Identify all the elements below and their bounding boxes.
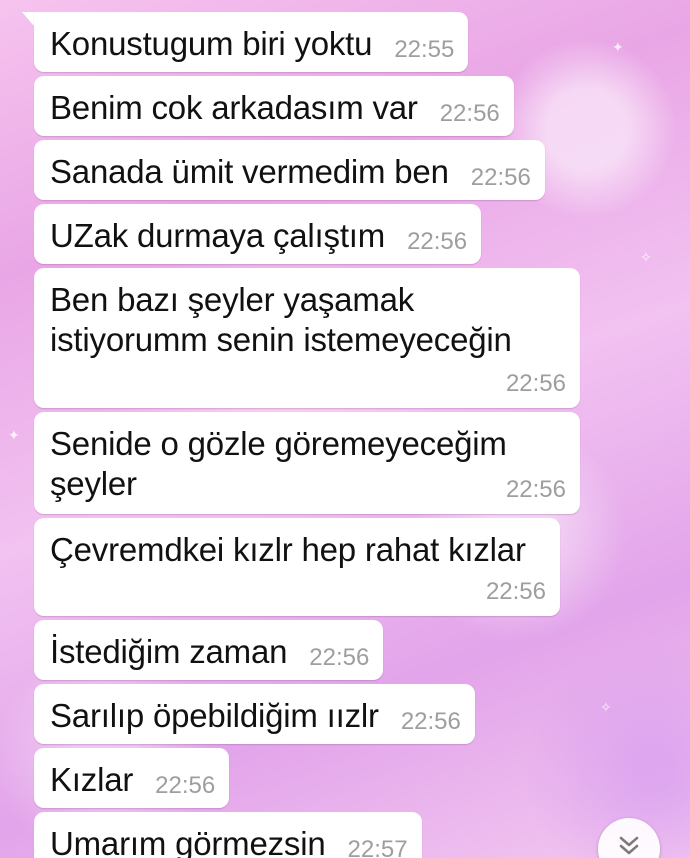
message-bubble[interactable]: Kızlar 22:56	[34, 748, 230, 808]
double-chevron-down-icon	[619, 836, 639, 855]
message-time: 22:56	[470, 164, 531, 191]
message-bubble[interactable]: UZak durmaya çalıştım 22:56	[34, 204, 482, 264]
message-bubble[interactable]: Sarılıp öpebildiğim ıızlr 22:56	[34, 684, 475, 744]
message-bubble[interactable]: Çevremdkei kızlr hep rahat kızlar 22:56	[34, 518, 560, 616]
message-time: 22:56	[407, 228, 468, 255]
message-time: 22:56	[155, 772, 216, 799]
message-bubble[interactable]: Benim cok arkadasım var 22:56	[34, 76, 514, 136]
message-time: 22:55	[394, 36, 455, 63]
bubble-tail	[22, 12, 34, 26]
message-time: 22:56	[505, 476, 566, 503]
message-bubble[interactable]: İstediğim zaman 22:56	[34, 620, 384, 680]
message-text: Ben bazı şeyler yaşamak istiyorumm senin…	[50, 281, 512, 358]
message-text: Kızlar	[50, 761, 134, 798]
message-time: 22:56	[439, 100, 500, 127]
message-text: Sanada ümit vermedim ben	[50, 153, 449, 190]
message-bubble[interactable]: Umarım görmezsin 22:57	[34, 812, 422, 858]
message-text: Sarılıp öpebildiğim ıızlr	[50, 697, 379, 734]
chat-message-list[interactable]: Konustugum biri yoktu 22:55 Benim cok ark…	[0, 0, 690, 858]
message-bubble[interactable]: Ben bazı şeyler yaşamak istiyorumm senin…	[34, 268, 580, 408]
message-time: 22:56	[485, 578, 546, 605]
message-text: İstediğim zaman	[50, 633, 288, 670]
message-text: Çevremdkei kızlr hep rahat kızlar	[50, 531, 526, 568]
message-text: Senide o gözle göremeyeceğim şeyler	[50, 425, 507, 502]
message-time: 22:56	[505, 370, 566, 397]
message-text: UZak durmaya çalıştım	[50, 217, 386, 254]
message-bubble[interactable]: Sanada ümit vermedim ben 22:56	[34, 140, 545, 200]
message-text: Umarım görmezsin	[50, 825, 326, 858]
message-text: Konustugum biri yoktu	[50, 25, 373, 62]
message-time: 22:57	[347, 836, 408, 858]
message-text: Benim cok arkadasım var	[50, 89, 418, 126]
message-time: 22:56	[400, 708, 461, 735]
message-bubble[interactable]: Senide o gözle göremeyeceğim şeyler 22:5…	[34, 412, 580, 514]
message-bubble[interactable]: Konustugum biri yoktu 22:55	[34, 12, 469, 72]
message-time: 22:56	[309, 644, 370, 671]
